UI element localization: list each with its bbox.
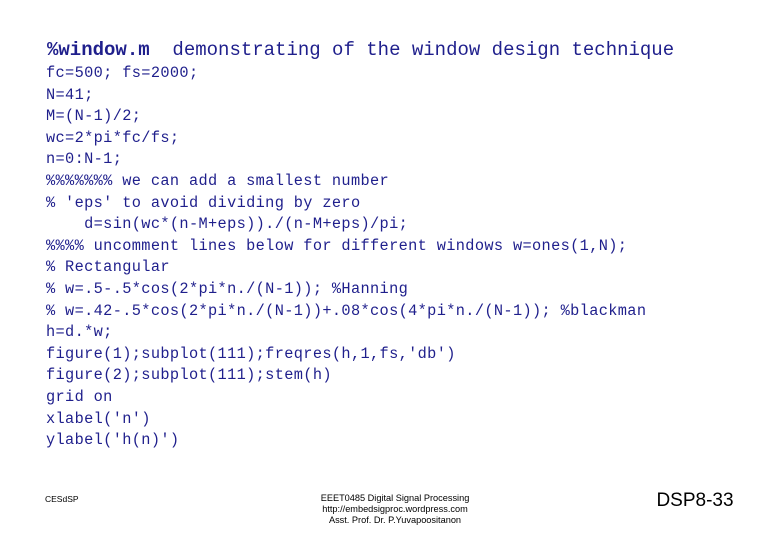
- title-filename: %window.m: [47, 39, 150, 61]
- code-line: figure(2);subplot(111);stem(h): [46, 366, 332, 385]
- slide-canvas: %window.m demonstrating of the window de…: [0, 0, 780, 540]
- code-line: h=d.*w;: [46, 323, 113, 342]
- code-line: figure(1);subplot(111);freqres(h,1,fs,'d…: [46, 344, 456, 363]
- code-line: wc=2*pi*fc/fs;: [46, 128, 180, 147]
- code-line: fc=500; fs=2000;: [46, 64, 199, 82]
- code-line: % 'eps' to avoid dividing by zero: [46, 193, 361, 212]
- title-description: demonstrating of the window design techn…: [149, 39, 675, 61]
- code-line: M=(N-1)/2;: [46, 107, 142, 126]
- slide-title: %window.m demonstrating of the window de…: [47, 38, 674, 62]
- code-line: % w=.5-.5*cos(2*pi*n./(N-1)); %Hanning: [46, 279, 409, 298]
- code-line: N=41;: [46, 85, 94, 104]
- code-line: %%%% uncomment lines below for different…: [46, 236, 628, 255]
- footer-course-info: EEET0485 Digital Signal Processing http:…: [240, 493, 550, 525]
- footer-org-label: CESdSP: [45, 494, 79, 504]
- code-line: % w=.42-.5*cos(2*pi*n./(N-1))+.08*cos(4*…: [46, 301, 647, 320]
- matlab-code-block: fc=500; fs=2000; N=41; M=(N-1)/2; wc=2*pi*f…: [46, 63, 646, 452]
- footer-website-url[interactable]: http://embedsigproc.wordpress.com: [240, 504, 550, 515]
- code-line: grid on: [46, 387, 113, 406]
- footer-instructor-name: Asst. Prof. Dr. P.Yuvapoositanon: [328, 514, 462, 525]
- code-line: n=0:N-1;: [46, 150, 123, 169]
- footer-course-name: EEET0485 Digital Signal Processing: [320, 493, 470, 503]
- code-line: d=sin(wc*(n-M+eps))./(n-M+eps)/pi;: [46, 215, 409, 234]
- code-line: ylabel('h(n)'): [46, 431, 180, 450]
- code-line: % Rectangular: [46, 258, 170, 277]
- code-line: xlabel('n'): [46, 409, 151, 428]
- slide-page-label: DSP8-33: [656, 490, 734, 511]
- code-line: %%%%%%% we can add a smallest number: [46, 171, 390, 190]
